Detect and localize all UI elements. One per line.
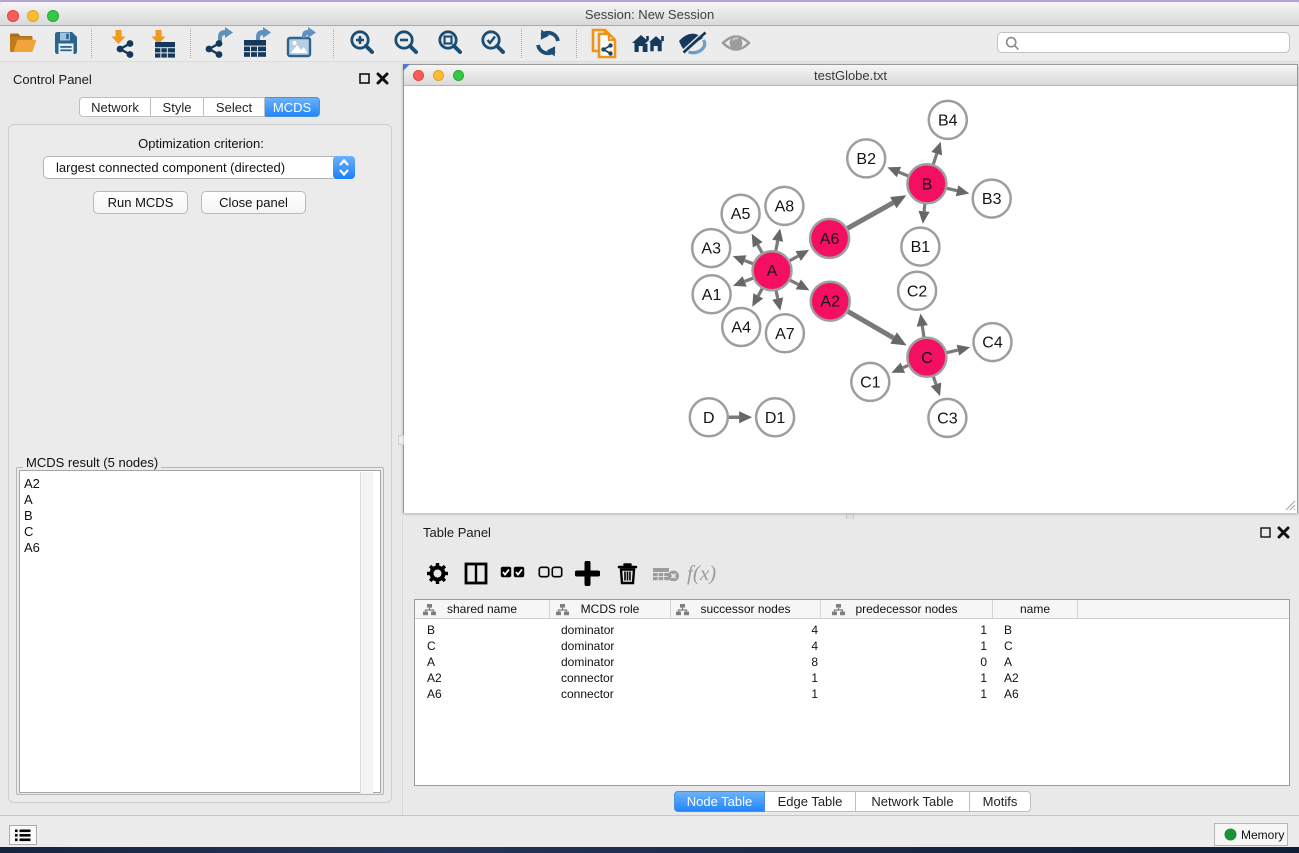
svg-text:A6: A6 xyxy=(820,231,840,248)
svg-text:A: A xyxy=(767,263,778,280)
svg-text:C2: C2 xyxy=(907,283,928,300)
svg-text:A3: A3 xyxy=(701,241,721,258)
svg-text:B1: B1 xyxy=(911,239,931,256)
svg-text:A8: A8 xyxy=(775,198,795,215)
svg-text:D: D xyxy=(703,410,715,427)
svg-text:C1: C1 xyxy=(860,374,881,391)
svg-text:A7: A7 xyxy=(775,326,795,343)
svg-text:D1: D1 xyxy=(765,410,786,427)
svg-text:B2: B2 xyxy=(856,151,876,168)
svg-text:C3: C3 xyxy=(937,410,958,427)
svg-text:A4: A4 xyxy=(731,320,751,337)
svg-text:B: B xyxy=(922,176,933,193)
svg-text:A5: A5 xyxy=(731,206,751,223)
svg-text:C: C xyxy=(921,350,933,367)
svg-text:C4: C4 xyxy=(982,335,1003,352)
svg-text:A2: A2 xyxy=(820,294,840,311)
svg-text:B4: B4 xyxy=(938,112,958,129)
svg-text:B3: B3 xyxy=(982,191,1002,208)
svg-text:A1: A1 xyxy=(702,287,722,304)
